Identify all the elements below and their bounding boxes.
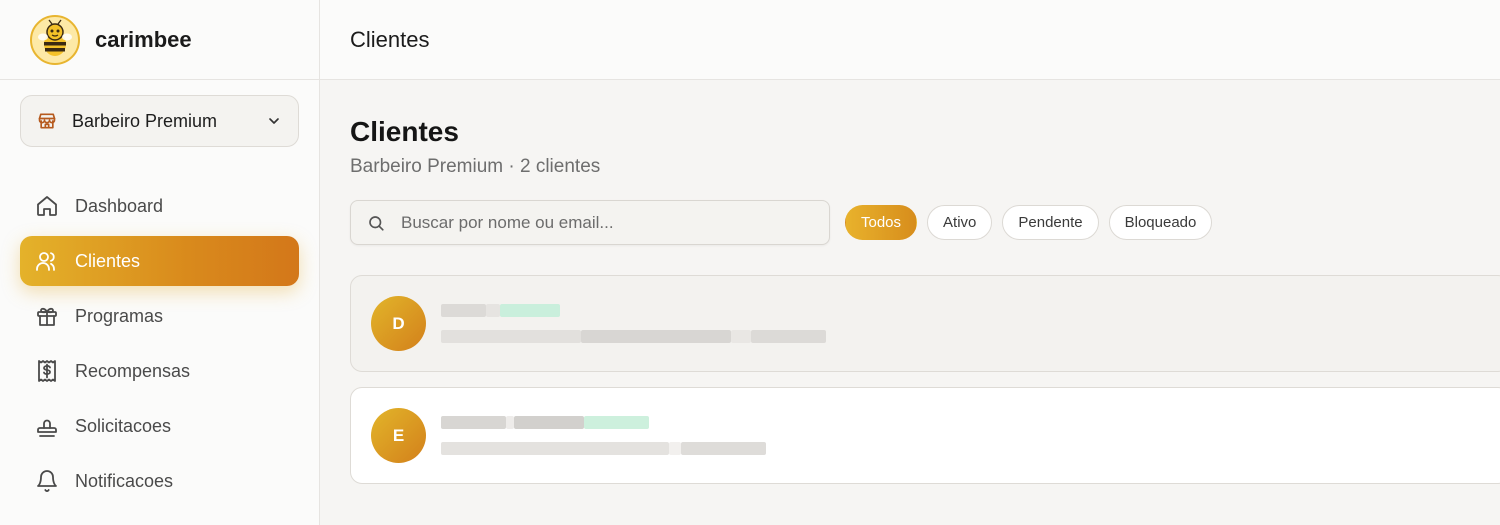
topbar-title: Clientes: [350, 26, 430, 52]
sidebar: carimbee Barbeiro Premium Dashboard Clie…: [0, 0, 320, 525]
search-input[interactable]: [401, 212, 801, 233]
client-name-redacted: [441, 410, 766, 436]
filter-ativo[interactable]: Ativo: [927, 205, 993, 240]
sidebar-nav: Dashboard Clientes Programas Recompensas…: [20, 181, 299, 511]
store-selector-label: Barbeiro Premium: [72, 110, 218, 131]
client-email-redacted: [441, 324, 826, 350]
sidebar-item-label: Solicitacoes: [75, 415, 172, 436]
home-icon: [35, 194, 59, 218]
search-icon: [367, 214, 385, 232]
sidebar-item-label: Recompensas: [75, 360, 191, 381]
client-card[interactable]: D: [350, 275, 1500, 372]
filter-pendente[interactable]: Pendente: [1002, 205, 1099, 240]
sidebar-item-label: Programas: [75, 305, 164, 326]
sidebar-item-label: Dashboard: [75, 195, 164, 216]
sidebar-item-label: Clientes: [75, 250, 141, 271]
store-selector[interactable]: Barbeiro Premium: [20, 95, 299, 147]
receipt-dollar-icon: [35, 359, 59, 383]
filter-todos[interactable]: Todos: [845, 205, 918, 240]
avatar: E: [371, 408, 426, 463]
client-name-redacted: [441, 298, 826, 324]
sidebar-item-dashboard[interactable]: Dashboard: [20, 181, 299, 231]
client-card[interactable]: E: [350, 387, 1500, 484]
users-icon: [35, 249, 59, 273]
search-box: [350, 200, 830, 245]
sidebar-item-programas[interactable]: Programas: [20, 291, 299, 341]
store-icon: [37, 111, 57, 131]
sidebar-item-clientes[interactable]: Clientes: [20, 236, 299, 286]
topbar: Clientes: [320, 0, 1500, 80]
stamp-icon: [35, 414, 59, 438]
avatar: D: [371, 296, 426, 351]
page-subtitle: Barbeiro Premium · 2 clientes: [350, 156, 601, 177]
bee-logo-icon[interactable]: [30, 14, 80, 65]
sidebar-item-label: Notificacoes: [75, 470, 174, 491]
client-info: [441, 298, 826, 350]
brand-header: carimbee: [0, 0, 319, 80]
sidebar-item-notificacoes[interactable]: Notificacoes: [20, 456, 299, 506]
filter-bloqueado[interactable]: Bloqueado: [1108, 205, 1213, 240]
gift-icon: [35, 304, 59, 328]
page-title: Clientes: [350, 116, 459, 147]
sidebar-item-recompensas[interactable]: Recompensas: [20, 346, 299, 396]
client-email-redacted: [441, 436, 766, 462]
bell-icon: [35, 469, 59, 493]
status-filters: Todos Ativo Pendente Bloqueado: [845, 205, 1222, 240]
sidebar-item-solicitacoes[interactable]: Solicitacoes: [20, 401, 299, 451]
client-info: [441, 410, 766, 462]
chevron-down-icon: [266, 113, 282, 129]
brand-name: carimbee: [95, 26, 192, 52]
